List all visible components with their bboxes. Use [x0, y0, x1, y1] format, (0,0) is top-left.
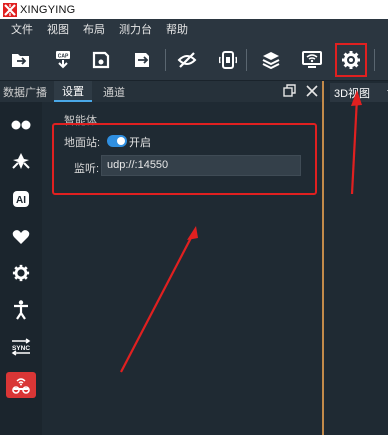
heart-icon: [12, 230, 30, 244]
tab-settings[interactable]: 设置: [54, 81, 92, 102]
sidebar-item-vehicle[interactable]: [0, 368, 42, 402]
capture-button[interactable]: CAP: [50, 47, 76, 73]
save-icon: [92, 51, 110, 69]
export-icon: [135, 53, 149, 67]
menu-force-plate[interactable]: 测力台: [119, 21, 152, 37]
layers-button[interactable]: [258, 47, 284, 73]
tab-3d-view-label: 3D视图: [334, 87, 371, 100]
tab-3d-view[interactable]: 3D视图: [330, 83, 388, 102]
menu-layout[interactable]: 布局: [83, 21, 105, 37]
left-sidebar: AI SYNC: [0, 102, 42, 435]
visibility-off-icon: [177, 52, 197, 68]
ground-station-label: 地面站:: [64, 137, 101, 149]
listen-address-field[interactable]: udp://:14550: [101, 155, 301, 176]
svg-text:CAP: CAP: [58, 54, 69, 60]
ground-station-toggle[interactable]: [107, 135, 127, 147]
toggle-label: 开启: [129, 137, 151, 149]
sidebar-item-vehicle-highlight: [6, 372, 36, 398]
open-folder-button[interactable]: [8, 47, 34, 73]
sidebar-item-health[interactable]: [0, 220, 42, 254]
viewport-panel: 3D视图: [322, 81, 388, 435]
device-button[interactable]: [215, 47, 241, 73]
sync-icon: SYNC: [11, 338, 31, 356]
sidebar-item-ai[interactable]: AI: [0, 182, 42, 216]
app-title: XINGYING: [20, 3, 76, 16]
menu-file[interactable]: 文件: [11, 21, 33, 37]
toolbar-separator: [246, 49, 247, 71]
sidebar-item-markers[interactable]: [0, 108, 42, 142]
app-logo-icon: [3, 2, 17, 17]
toolbar-separator: [374, 49, 375, 71]
network-button[interactable]: [299, 47, 325, 73]
sidebar-item-sync[interactable]: SYNC: [0, 330, 42, 364]
menu-help[interactable]: 帮助: [166, 21, 188, 37]
sidebar-item-rigid-body[interactable]: [0, 144, 42, 178]
hide-button[interactable]: [174, 47, 200, 73]
capture-icon: CAP: [56, 51, 70, 69]
markers-icon: [11, 120, 31, 130]
gear-icon: [12, 264, 30, 282]
tab-channels[interactable]: 通道: [96, 81, 132, 102]
export-button[interactable]: [130, 47, 156, 73]
vehicle-icon: [12, 378, 30, 394]
settings-icon: [342, 51, 360, 69]
rigid-body-icon: [12, 153, 30, 169]
menu-bar: 文件 视图 布局 测力台 帮助: [0, 19, 388, 39]
close-icon[interactable]: [305, 84, 319, 98]
settings-button[interactable]: [335, 43, 367, 77]
wifi-icon: [302, 51, 322, 68]
title-bar: XINGYING: [0, 0, 388, 19]
listen-label: 监听:: [74, 163, 100, 175]
folder-open-icon: [12, 54, 29, 67]
tab-data-broadcast[interactable]: 数据广播: [0, 81, 50, 102]
svg-text:AI: AI: [16, 195, 26, 206]
device-icon: [219, 51, 237, 69]
ai-icon: AI: [13, 191, 29, 207]
sidebar-item-settings[interactable]: [0, 256, 42, 290]
float-window-icon[interactable]: [283, 84, 297, 98]
toolbar-separator: [165, 49, 166, 71]
layers-icon: [262, 52, 280, 69]
humanoid-icon: [14, 300, 28, 320]
menu-view[interactable]: 视图: [47, 21, 69, 37]
toolbar: CAP: [0, 39, 388, 81]
panel-tab-bar: 数据广播 设置 通道: [0, 81, 322, 102]
sidebar-item-humanoid[interactable]: [0, 293, 42, 327]
save-button[interactable]: [88, 47, 114, 73]
